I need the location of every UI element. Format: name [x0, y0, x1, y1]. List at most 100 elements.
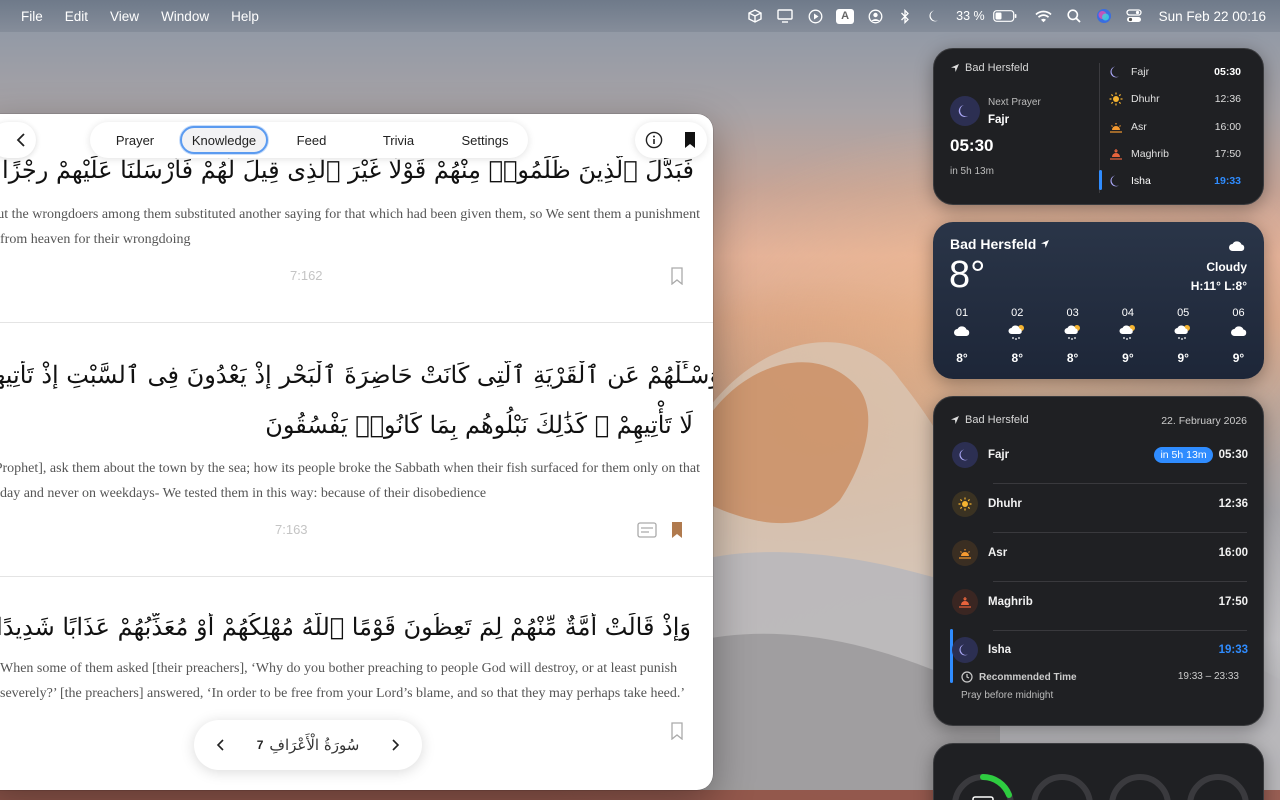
location-arrow-icon [951, 416, 959, 424]
prayer-time: 19:33 [1218, 644, 1248, 656]
snow-sun-icon [1064, 325, 1080, 340]
prayer-name: Asr [1131, 121, 1147, 133]
prayer-row-isha: Isha 19:33 [1109, 174, 1241, 188]
prayer-time: 05:30 [1218, 449, 1248, 461]
sun-icon [1109, 92, 1123, 106]
prayer-row-asr: Asr 16:00 [1109, 120, 1241, 134]
info-icon[interactable] [645, 131, 663, 149]
sundown-icon [1110, 149, 1122, 160]
display-icon[interactable] [770, 0, 800, 32]
bookmark-outline-icon[interactable] [670, 267, 684, 285]
control-center-icon[interactable] [1119, 0, 1149, 32]
verse-translation: [Prophet], ask them about the town by th… [0, 461, 700, 476]
moon-icon [952, 442, 978, 468]
widget-date: 22. February 2026 [1161, 415, 1247, 427]
prayer-name: Dhuhr [1131, 93, 1160, 105]
cloud-icon [1230, 326, 1246, 336]
forecast-hour: 06 [1232, 307, 1245, 319]
next-prayer-countdown: in 5h 13m [950, 166, 994, 177]
recommended-label: Recommended Time [979, 671, 1077, 683]
prayer-name: Isha [988, 644, 1012, 656]
main-tab-bar: Prayer Knowledge Feed Trivia Settings [90, 122, 528, 158]
bookmark-filled-icon[interactable] [670, 521, 684, 539]
wifi-icon[interactable] [1029, 0, 1059, 32]
prayer-row-dhuhr: Dhuhr 12:36 [952, 485, 1248, 523]
tab-feed[interactable]: Feed [268, 126, 355, 154]
prayer-time: 17:50 [1214, 148, 1241, 160]
menu-file[interactable]: File [21, 9, 43, 24]
cloud-icon [954, 326, 970, 336]
verse-translation: When some of them asked [their preachers… [0, 661, 678, 676]
verse-arabic: وَإِذْ قَالَتْ أُمَّةٌ مِّنْهُمْ لِمَ تَ… [0, 613, 691, 641]
forecast-temp: 9° [1232, 351, 1245, 365]
verse-reference: 7:162 [290, 268, 323, 283]
snow-sun-icon [1174, 325, 1191, 340]
battery-icon[interactable] [991, 0, 1019, 32]
chevron-left-icon [16, 133, 25, 147]
verse-item: وَسْـَٔلْهُمْ عَنِ ٱلْقَرْيَةِ ٱلَّتِى ك… [0, 323, 713, 577]
forecast-hour: 03 [1066, 307, 1079, 319]
tab-prayer[interactable]: Prayer [90, 126, 180, 154]
forecast-temp: 8° [1011, 351, 1024, 365]
moon-icon [1110, 66, 1119, 78]
input-source-icon[interactable]: A [830, 0, 860, 32]
battery-ring-empty [1031, 774, 1093, 800]
siri-icon[interactable] [1089, 0, 1119, 32]
back-button[interactable] [0, 122, 36, 158]
prayer-row-fajr: Fajr in 5h 13m 05:30 [952, 436, 1248, 474]
sunset-icon [1110, 123, 1122, 133]
chevron-left-icon[interactable] [216, 738, 226, 752]
sunset-icon [952, 540, 978, 566]
cube-icon[interactable] [740, 0, 770, 32]
verse-translation: day and never on weekdays- We tested the… [0, 486, 487, 501]
next-prayer-time: 05:30 [950, 136, 994, 155]
menu-edit[interactable]: Edit [65, 9, 88, 24]
user-icon[interactable] [860, 0, 890, 32]
weather-temperature: 8° [949, 254, 986, 296]
menu-view[interactable]: View [110, 9, 139, 24]
weather-condition: Cloudy [1206, 260, 1247, 274]
prayer-name: Fajr [1131, 66, 1150, 78]
prayer-time: 12:36 [1218, 498, 1248, 510]
location-arrow-icon [1041, 240, 1050, 248]
battery-ring-device-1 [952, 774, 1014, 800]
divider [993, 581, 1247, 582]
moon-icon [1110, 175, 1119, 187]
clock-check-icon [961, 671, 973, 683]
tab-trivia[interactable]: Trivia [355, 126, 442, 154]
menu-help[interactable]: Help [231, 9, 259, 24]
widget-location: Bad Hersfeld [950, 414, 1029, 426]
divider [993, 483, 1247, 484]
forecast-temp: 8° [956, 351, 968, 365]
battery-percent: 33 % [956, 9, 985, 23]
prayer-row-fajr: Fajr 05:30 [1109, 65, 1241, 79]
battery-ring-empty [1109, 774, 1171, 800]
prayer-row-asr: Asr 16:00 [952, 534, 1248, 572]
menu-window[interactable]: Window [161, 9, 209, 24]
chevron-right-icon[interactable] [390, 738, 400, 752]
moon-icon [952, 637, 978, 663]
snow-sun-icon [1119, 325, 1135, 340]
prayer-name: Isha [1131, 175, 1151, 187]
snow-sun-icon [1008, 325, 1025, 340]
verse-translation: But the wrongdoers among them substitute… [0, 207, 700, 222]
prayer-row-isha: Isha 19:33 [952, 631, 1248, 669]
tab-knowledge[interactable]: Knowledge [180, 126, 268, 154]
play-icon[interactable] [800, 0, 830, 32]
battery-ring-empty [1187, 774, 1249, 800]
surah-title[interactable]: 7 سُورَةُ الْأَعْرَافِ [257, 736, 360, 754]
prayer-name: Asr [988, 547, 1008, 559]
forecast-temp: 9° [1177, 351, 1189, 365]
verse-reference: 7:163 [275, 522, 308, 537]
bookmark-outline-icon[interactable] [670, 722, 684, 740]
bookmark-filled-icon[interactable] [683, 131, 697, 149]
bluetooth-icon[interactable] [890, 0, 920, 32]
focus-moon-icon[interactable] [920, 0, 950, 32]
toolbar-right [635, 122, 707, 158]
tab-settings[interactable]: Settings [442, 126, 528, 154]
next-prayer-label: Next Prayer [988, 97, 1041, 108]
tafsir-card-icon[interactable] [637, 522, 657, 538]
recommended-range: 19:33 – 23:33 [1177, 671, 1239, 682]
spotlight-search-icon[interactable] [1059, 0, 1089, 32]
menu-clock[interactable]: Sun Feb 22 00:16 [1159, 9, 1266, 24]
